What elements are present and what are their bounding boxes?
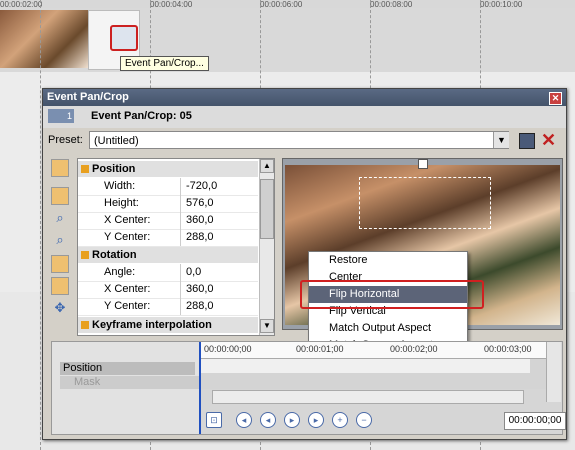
keyframe-ruler[interactable]: 00:00:00;00 00:00:01;00 00:00:02;00 00:0… bbox=[200, 342, 560, 359]
track-position[interactable]: Position bbox=[60, 362, 195, 375]
time-display[interactable]: 00:00:00;00 bbox=[504, 412, 566, 430]
preset-select[interactable]: (Untitled) bbox=[89, 131, 509, 149]
scroll-up-icon[interactable]: ▲ bbox=[260, 159, 274, 173]
row-value[interactable]: 360,0 bbox=[186, 212, 214, 229]
property-grid: Position Width: -720,0 Height: 576,0 X Cen… bbox=[77, 158, 275, 336]
next-keyframe-icon[interactable]: ▸ bbox=[284, 412, 300, 428]
ruler-tick: 00:00:02;00 bbox=[390, 344, 438, 354]
vertical-scrollbar[interactable] bbox=[546, 342, 561, 402]
title-bar[interactable]: Event Pan/Crop ✕ bbox=[43, 89, 566, 106]
zoom-out-icon[interactable]: ⌕ bbox=[51, 231, 69, 249]
keyframe-controller: Position Mask 00:00:00;00 00:00:01;00 00… bbox=[51, 341, 566, 435]
grid-row[interactable]: Angle: 0,0 bbox=[78, 264, 258, 282]
row-key: Y Center: bbox=[104, 300, 151, 312]
pointer-tool-icon[interactable] bbox=[51, 187, 69, 205]
scroll-thumb[interactable] bbox=[260, 179, 274, 239]
grid-row[interactable]: X Center: 360,0 bbox=[78, 212, 258, 230]
ruler-tick: 00:00:00;00 bbox=[204, 344, 252, 354]
track-list: Position Mask bbox=[52, 342, 206, 434]
section-keyframe-interpolation[interactable]: Keyframe interpolation bbox=[78, 317, 258, 333]
row-value[interactable]: 360,0 bbox=[186, 281, 214, 298]
move-icon[interactable]: ✥ bbox=[51, 299, 69, 317]
grid-row[interactable]: Height: 576,0 bbox=[78, 195, 258, 213]
grid-row[interactable]: Y Center: 288,0 bbox=[78, 298, 258, 316]
grid-line bbox=[40, 0, 41, 450]
section-rotation[interactable]: Rotation bbox=[78, 247, 258, 263]
delete-keyframe-icon[interactable]: − bbox=[356, 412, 372, 428]
chevron-down-icon[interactable]: ▼ bbox=[493, 132, 509, 148]
delete-icon[interactable]: ✕ bbox=[541, 130, 556, 151]
prev-keyframe-icon[interactable]: ◂ bbox=[260, 412, 276, 428]
lock-icon[interactable]: ⊡ bbox=[206, 412, 222, 428]
section-position[interactable]: Position bbox=[78, 161, 258, 177]
lock-aspect-icon[interactable] bbox=[51, 255, 69, 273]
size-about-center-icon[interactable] bbox=[51, 277, 69, 295]
row-key: Height: bbox=[104, 197, 139, 209]
save-icon[interactable] bbox=[519, 133, 535, 149]
zoom-icon[interactable]: ⌕ bbox=[51, 209, 69, 227]
pan-crop-window: Event Pan/Crop ✕ 1 Event Pan/Crop: 05 Pr… bbox=[42, 88, 567, 440]
close-icon[interactable]: ✕ bbox=[549, 92, 562, 105]
track-mask[interactable]: Mask bbox=[60, 376, 206, 389]
pan-crop-icon[interactable] bbox=[110, 25, 138, 51]
menu-item-match-output-aspect[interactable]: Match Output Aspect bbox=[309, 320, 467, 337]
last-keyframe-icon[interactable]: ▸ bbox=[308, 412, 324, 428]
header-title: Event Pan/Crop: 05 bbox=[91, 110, 192, 122]
scroll-down-icon[interactable]: ▼ bbox=[260, 319, 274, 333]
video-thumbnail[interactable] bbox=[0, 10, 88, 68]
highlight-box bbox=[300, 280, 484, 309]
crop-frame[interactable] bbox=[359, 177, 491, 229]
ruler-tick: 00:00:03;00 bbox=[484, 344, 532, 354]
row-value[interactable]: 288,0 bbox=[186, 298, 214, 315]
crop-handle[interactable] bbox=[418, 159, 428, 169]
add-keyframe-icon[interactable]: + bbox=[332, 412, 348, 428]
row-value[interactable]: 0,0 bbox=[186, 264, 201, 281]
header-bar: 1 Event Pan/Crop: 05 bbox=[43, 106, 566, 128]
playhead[interactable] bbox=[199, 342, 201, 434]
row-key: Angle: bbox=[104, 266, 136, 278]
first-keyframe-icon[interactable]: ◂ bbox=[236, 412, 252, 428]
horizontal-scrollbar[interactable] bbox=[212, 390, 524, 404]
row-key: Width: bbox=[104, 180, 136, 192]
window-title: Event Pan/Crop bbox=[47, 91, 129, 103]
row-value[interactable]: 288,0 bbox=[186, 229, 214, 246]
keyframe-lane[interactable] bbox=[200, 359, 530, 373]
row-key: Y Center: bbox=[104, 231, 151, 243]
grid-row[interactable]: X Center: 360,0 bbox=[78, 281, 258, 299]
row-value[interactable]: -720,0 bbox=[186, 178, 217, 195]
grid-scrollbar[interactable]: ▲ ▼ bbox=[259, 159, 274, 335]
ruler-tick: 00:00:01;00 bbox=[296, 344, 344, 354]
grid-row[interactable]: Y Center: 288,0 bbox=[78, 229, 258, 247]
row-key: X Center: bbox=[104, 283, 151, 295]
preset-label: Preset: bbox=[48, 134, 83, 146]
row-value[interactable]: 576,0 bbox=[186, 195, 214, 212]
menu-item-restore[interactable]: Restore bbox=[309, 252, 467, 269]
normal-edit-tool[interactable] bbox=[51, 159, 69, 177]
tooltip: Event Pan/Crop... bbox=[120, 56, 209, 71]
grid-row[interactable]: Width: -720,0 bbox=[78, 178, 258, 196]
row-key: X Center: bbox=[104, 214, 151, 226]
event-badge: 1 bbox=[48, 109, 74, 123]
